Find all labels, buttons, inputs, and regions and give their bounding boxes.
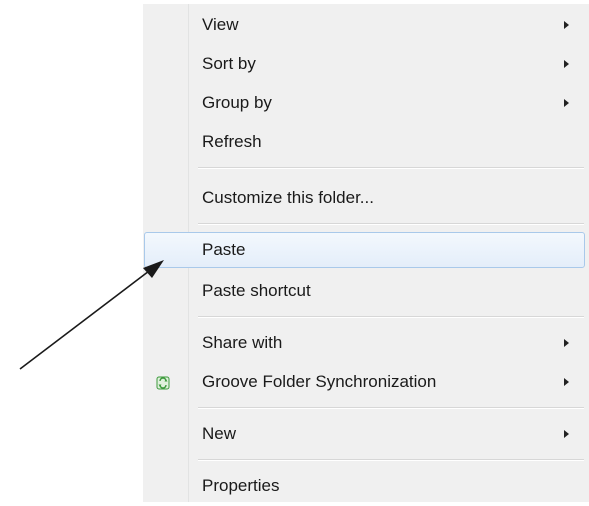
menu-item-share-with[interactable]: Share with (143, 325, 589, 363)
menu-item-group-by[interactable]: Group by (143, 85, 589, 123)
menu-item-groove-sync[interactable]: Groove Folder Synchronization (143, 364, 589, 402)
submenu-arrow-icon (564, 99, 569, 107)
menu-separator (198, 459, 584, 461)
submenu-arrow-icon (564, 378, 569, 386)
menu-separator (198, 316, 584, 318)
menu-item-sort-by[interactable]: Sort by (143, 46, 589, 84)
submenu-arrow-icon (564, 430, 569, 438)
menu-item-label: Paste (202, 240, 246, 259)
menu-item-label: New (202, 424, 237, 443)
menu-item-label: Groove Folder Synchronization (202, 372, 437, 391)
submenu-arrow-icon (564, 339, 569, 347)
menu-item-paste-shortcut[interactable]: Paste shortcut (143, 273, 589, 311)
menu-item-customize-folder[interactable]: Customize this folder... (143, 180, 589, 218)
context-menu: View Sort by Group by Refresh Customize … (143, 4, 589, 502)
menu-item-label: Customize this folder... (202, 188, 374, 207)
menu-item-paste[interactable]: Paste (143, 232, 589, 270)
menu-item-label: Properties (202, 476, 280, 495)
menu-item-view[interactable]: View (143, 7, 589, 45)
menu-item-refresh[interactable]: Refresh (143, 124, 589, 162)
submenu-arrow-icon (564, 21, 569, 29)
menu-separator (198, 223, 584, 225)
menu-item-label: Group by (202, 93, 272, 112)
groove-sync-icon (156, 376, 170, 390)
menu-item-label: Share with (202, 333, 283, 352)
menu-item-label: View (202, 15, 239, 34)
menu-separator (198, 407, 584, 409)
menu-item-label: Sort by (202, 54, 256, 73)
menu-separator (198, 167, 584, 169)
submenu-arrow-icon (564, 60, 569, 68)
menu-item-properties[interactable]: Properties (143, 468, 589, 506)
menu-item-label: Refresh (202, 132, 262, 151)
menu-item-label: Paste shortcut (202, 281, 311, 300)
menu-item-new[interactable]: New (143, 416, 589, 454)
